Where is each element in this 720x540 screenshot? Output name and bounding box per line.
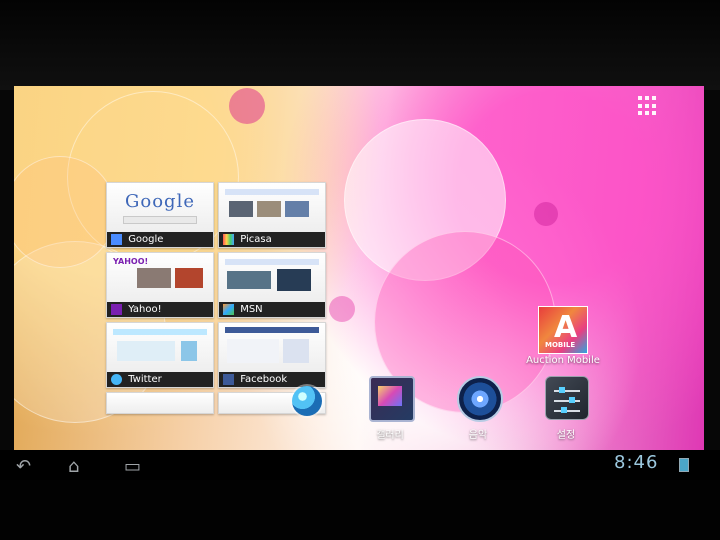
bookmark-google[interactable]: Google Google [106, 182, 214, 248]
auction-mobile-app-icon[interactable]: A MOBILE [538, 306, 588, 354]
gallery-app-icon[interactable] [369, 376, 415, 422]
bookmark-label: Twitter [128, 374, 162, 385]
bookmark-thumbnail [219, 183, 325, 232]
wallpaper-dot [329, 296, 355, 322]
wallpaper-dot [229, 88, 265, 124]
bookmark-thumbnail [107, 393, 213, 413]
bookmark-thumbnail: YAHOO! [107, 253, 213, 302]
bookmark-caption: Picasa [219, 232, 325, 247]
search-bar-preview [123, 216, 197, 224]
bookmark-label: Google [128, 234, 164, 245]
bookmark-caption: MSN [219, 302, 325, 317]
bookmark-picasa[interactable]: Picasa [218, 182, 326, 248]
bookmark-twitter[interactable]: Twitter [106, 322, 214, 388]
home-icon[interactable]: ⌂ [68, 458, 79, 476]
battery-icon [679, 458, 689, 472]
bookmark-thumbnail [219, 323, 325, 372]
twitter-icon [111, 374, 122, 385]
msn-icon [223, 304, 234, 315]
system-navigation-bar [0, 450, 720, 480]
google-logo-text: Google [125, 191, 195, 212]
tablet-bezel-bottom [0, 480, 720, 540]
bookmark-caption: Twitter [107, 372, 213, 387]
wallpaper-dot [534, 202, 558, 226]
all-apps-button[interactable] [638, 96, 658, 116]
yahoo-icon [111, 304, 122, 315]
bookmark-thumbnail [219, 253, 325, 302]
app-label-music: 음악 [468, 430, 488, 441]
music-app-icon[interactable] [457, 376, 503, 422]
recent-apps-icon[interactable]: ▭ [124, 458, 141, 476]
bookmark-thumbnail: Google [107, 183, 213, 232]
auction-logo-badge: MOBILE [545, 341, 576, 349]
bookmark-caption: Facebook [219, 372, 325, 387]
back-icon[interactable]: ↶ [16, 458, 31, 476]
bookmark-caption: Yahoo! [107, 302, 213, 317]
picasa-icon [223, 234, 234, 245]
home-screen: Google Google Picasa YAHOO! Yahoo! MSN T… [14, 86, 704, 450]
settings-app-icon[interactable] [545, 376, 589, 420]
bookmark-label: MSN [240, 304, 263, 315]
facebook-icon [223, 374, 234, 385]
tablet-bezel-top [0, 0, 720, 90]
bookmark-thumbnail [107, 323, 213, 372]
bookmark-yahoo[interactable]: YAHOO! Yahoo! [106, 252, 214, 318]
auction-logo-letter: A [554, 310, 578, 345]
bookmark-facebook[interactable]: Facebook [218, 322, 326, 388]
app-label-auction: Auction Mobile [526, 355, 600, 366]
status-clock: 8:46 [614, 452, 659, 473]
bookmark-partial[interactable] [106, 392, 214, 414]
app-label-gallery: 갤러리 [376, 430, 404, 441]
bookmark-label: Facebook [240, 374, 288, 385]
browser-globe-icon[interactable] [292, 386, 322, 416]
yahoo-logo-text: YAHOO! [113, 257, 149, 266]
bookmark-caption: Google [107, 232, 213, 247]
bookmark-label: Yahoo! [128, 304, 162, 315]
google-icon [111, 234, 122, 245]
app-label-settings: 설정 [556, 430, 576, 441]
bookmark-label: Picasa [240, 234, 272, 245]
bookmark-msn[interactable]: MSN [218, 252, 326, 318]
